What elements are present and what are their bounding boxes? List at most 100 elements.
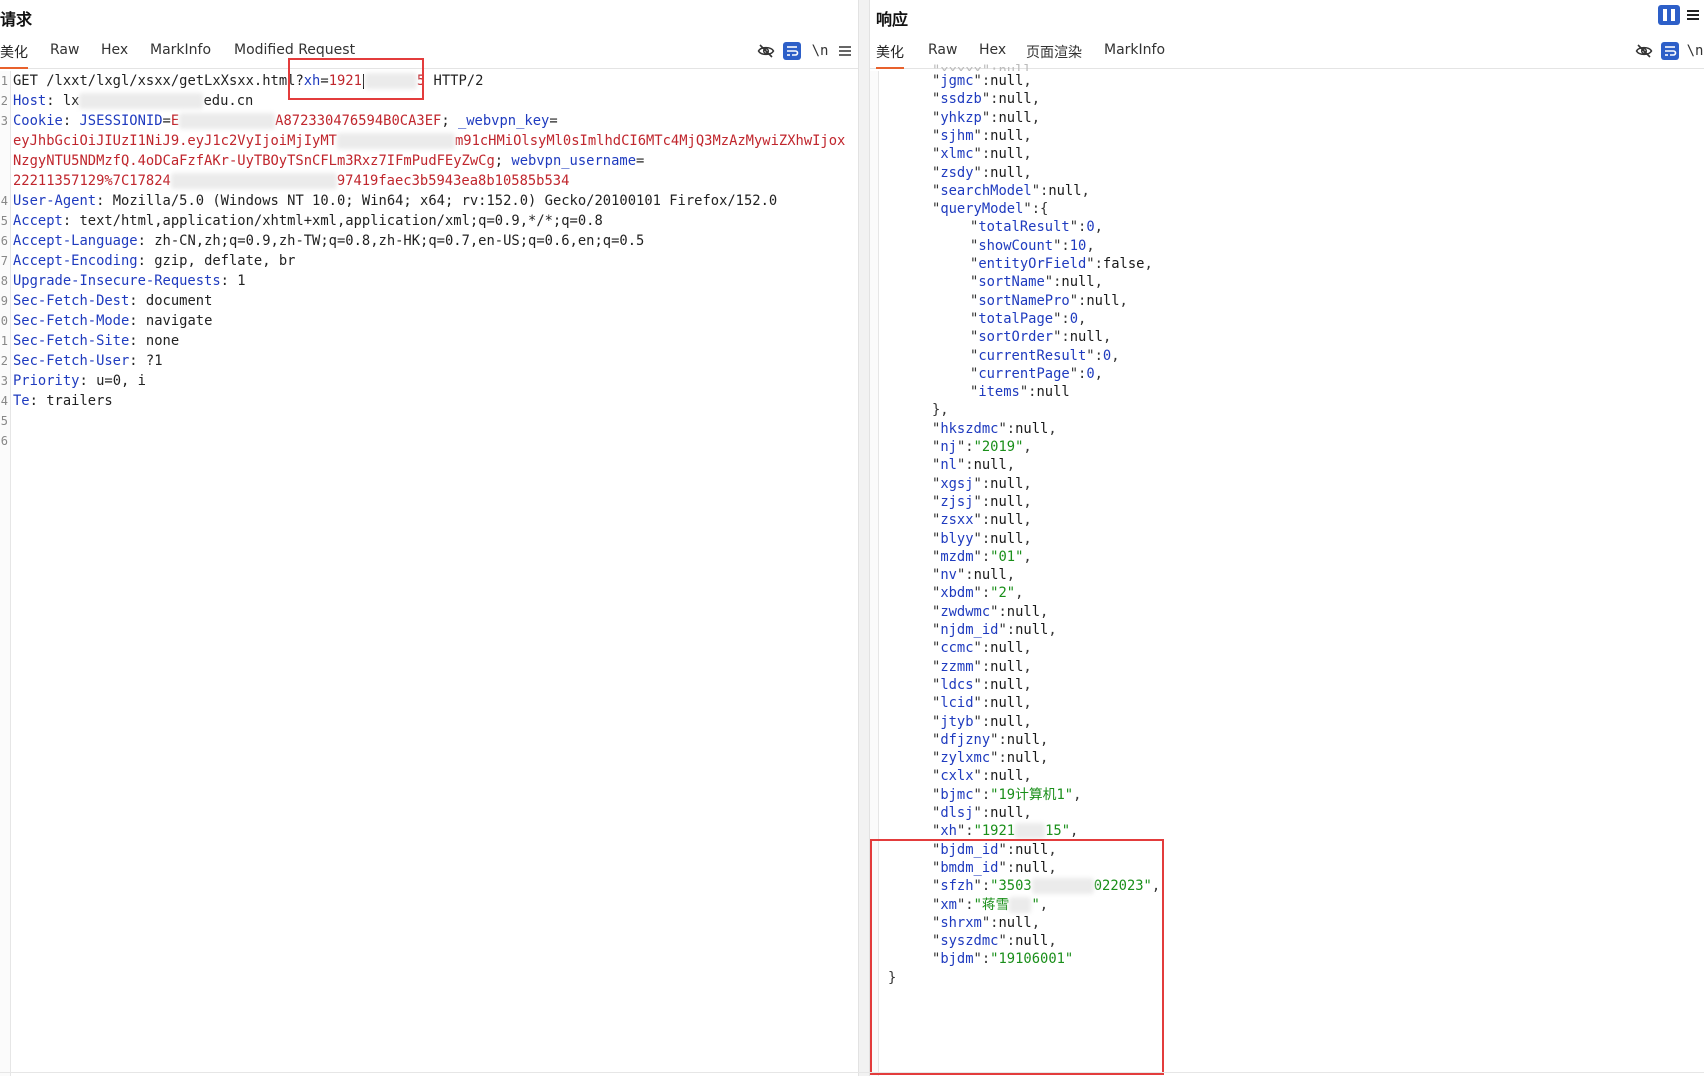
line-number: 3 [0, 114, 8, 128]
tab-hex[interactable]: Hex [979, 42, 1006, 58]
json-field: "nv":null, [932, 567, 1016, 584]
json-field: "hkszdmc":null, [932, 420, 1057, 437]
header-value: lx [62, 93, 80, 109]
json-value: null [1069, 329, 1103, 346]
header-value: ?1 [145, 353, 163, 369]
tab-raw[interactable]: Raw [928, 42, 957, 58]
request-title: 请求 [0, 10, 33, 29]
header-key: Sec-Fetch-Dest [13, 293, 130, 309]
json-brace: }, [932, 402, 949, 419]
json-key: xgsj [940, 475, 974, 492]
redacted-blur [1015, 823, 1046, 840]
cookie-value: 97419faec3b5943ea8b10585b534 [336, 173, 570, 189]
header-colon: : [137, 253, 155, 269]
redacted-blur [179, 113, 276, 129]
redacted-blur [79, 93, 204, 109]
redacted-blur [1031, 878, 1094, 895]
json-field: "sjhm":null, [932, 127, 1032, 144]
json-value: null [1015, 841, 1049, 858]
json-key: mzdm [940, 548, 974, 565]
query-equals: = [320, 73, 329, 89]
eye-off-icon[interactable] [1633, 40, 1655, 62]
json-field: "lcid":null, [932, 695, 1032, 712]
json-key: hkszdmc [940, 420, 999, 437]
json-value: null [990, 658, 1024, 675]
tab-beautify[interactable]: 美化 [876, 42, 904, 69]
menu-icon[interactable] [834, 40, 856, 62]
json-value: 0 [1069, 310, 1079, 327]
http-protocol: HTTP/2 [433, 73, 484, 89]
json-key: xm [940, 896, 957, 913]
json-key: totalPage [978, 310, 1054, 327]
json-value: null [1006, 603, 1041, 620]
header-key: Upgrade-Insecure-Requests [13, 273, 221, 289]
header-value: zh-CN,zh;q=0.9,zh-TW;q=0.8,zh-HK;q=0.7,e… [154, 233, 645, 249]
text-caret [362, 73, 364, 89]
newline-toggle[interactable]: \n [809, 40, 831, 62]
redacted-blur [170, 173, 337, 189]
tab-beautify[interactable]: 美化 [0, 42, 28, 69]
header-host: Host: lx edu.cn [13, 91, 253, 111]
tab-markinfo[interactable]: MarkInfo [150, 42, 211, 58]
header-colon: : [29, 393, 47, 409]
json-value: "19计算机1" [990, 786, 1074, 803]
tab-modified-request[interactable]: Modified Request [234, 42, 355, 58]
cookie-value: E [170, 113, 180, 129]
json-key: blyy [940, 530, 974, 547]
request-editor[interactable]: 1 2 3 4 5 6 7 8 9 0 1 2 3 4 5 6 GET /lxxt/lxgl/xsxx/get… [0, 58, 858, 1076]
json-value: null [990, 530, 1024, 547]
cookie-name: _webvpn_key [457, 113, 550, 129]
json-key: ssdzb [940, 91, 982, 108]
json-key: lcid [940, 695, 974, 712]
json-value: "19106001" [990, 951, 1074, 968]
json-key: bjmc [940, 786, 974, 803]
header-key: Accept [13, 213, 63, 229]
tab-raw[interactable]: Raw [50, 42, 79, 58]
line-number: 4 [0, 194, 8, 208]
eye-off-icon[interactable] [755, 40, 777, 62]
newline-toggle[interactable]: \n [1684, 40, 1704, 62]
line-number: 2 [0, 94, 8, 108]
json-key: xlmc [940, 146, 974, 163]
json-key: njdm_id [940, 622, 999, 638]
wrap-icon[interactable] [1659, 40, 1681, 62]
wrap-icon[interactable] [781, 40, 803, 62]
json-value: null [990, 164, 1024, 181]
query-separator: ? [295, 73, 304, 89]
split-layout-icon[interactable] [1658, 4, 1680, 26]
json-value: null [990, 73, 1024, 89]
json-value: null [1036, 384, 1070, 401]
json-key: bjdm [940, 951, 974, 968]
json-key: sfzh [940, 878, 974, 895]
json-key: nj [940, 439, 957, 455]
json-key: xh [940, 823, 957, 840]
json-value: null [990, 640, 1024, 657]
json-field: "zsdy":null, [932, 164, 1032, 181]
json-field: "nl":null, [932, 457, 1016, 474]
header-line: Upgrade-Insecure-Requests: 1 [13, 271, 246, 291]
tab-page-render[interactable]: 页面渲染 [1026, 42, 1082, 62]
header-line: Sec-Fetch-Site: none [13, 331, 179, 351]
json-field: "totalResult":0, [970, 219, 1103, 236]
json-field: "ccmc":null, [932, 640, 1032, 657]
json-field: "nj":"2019", [932, 439, 1032, 455]
json-field: "sortOrder":null, [970, 329, 1112, 346]
json-key: xbdm [940, 585, 974, 602]
header-line: Sec-Fetch-Mode: navigate [13, 311, 212, 331]
json-key: shrxm [940, 914, 982, 931]
json-value: null [1006, 750, 1041, 767]
json-value: null [1006, 731, 1041, 748]
json-field: "sortNamePro":null, [970, 292, 1128, 309]
pane-splitter[interactable] [858, 0, 870, 1076]
cookie-value: A872330476594B0CA3EF [275, 113, 442, 129]
json-key: queryModel [940, 201, 1024, 218]
menu-icon[interactable] [1682, 4, 1704, 26]
json-key: currentPage [978, 365, 1070, 382]
header-cookie-cont: 22211357129%7C17824 97419faec3b5943ea8b10… [13, 171, 569, 191]
response-viewer[interactable]: "xxxxx":null, "jgmc":null, "ssdzb":null, "… [870, 63, 1704, 1076]
json-value: null [998, 91, 1032, 108]
tab-hex[interactable]: Hex [101, 42, 128, 58]
json-field: "currentPage":0, [970, 365, 1103, 382]
tab-markinfo[interactable]: MarkInfo [1104, 42, 1165, 58]
json-field: "showCount":10, [970, 237, 1095, 254]
